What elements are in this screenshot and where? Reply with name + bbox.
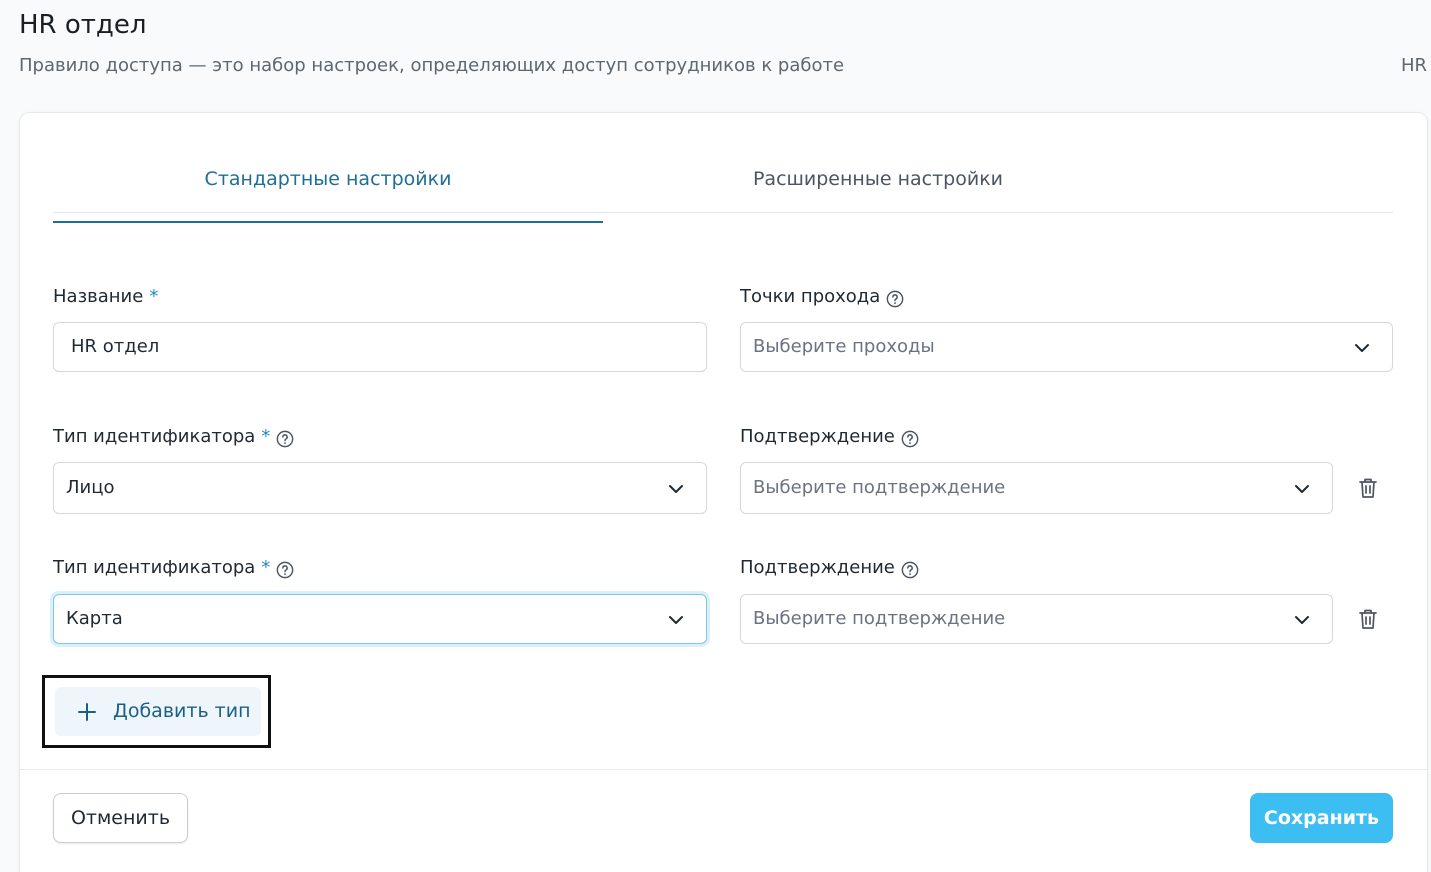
access-points-placeholder: Выберите проходы — [753, 336, 935, 357]
page-title: HR отдел — [19, 10, 147, 40]
identifier-type-label-text: Тип идентификатора — [53, 557, 256, 578]
cancel-button[interactable]: Отменить — [53, 793, 188, 843]
add-type-button[interactable]: Добавить тип — [55, 687, 261, 736]
help-icon[interactable] — [901, 430, 919, 448]
identifier-type-value: Лицо — [66, 477, 115, 498]
delete-identifier-trash-icon[interactable] — [1357, 476, 1379, 500]
header-corner-text: HR — [1400, 55, 1427, 76]
access-points-field-label: Точки прохода — [740, 285, 904, 309]
access-rule-form-card: Стандартные настройки Расширенные настро… — [19, 112, 1428, 872]
confirmation-label-text: Подтверждение — [740, 557, 895, 578]
confirmation-select-2[interactable]: Выберите подтверждение — [740, 594, 1333, 644]
required-mark: * — [261, 557, 271, 578]
identifier-type-label-1: Тип идентификатора * — [53, 425, 294, 449]
identifier-type-label-text: Тип идентификатора — [53, 426, 256, 447]
identifier-type-select-2[interactable]: Карта — [53, 594, 707, 644]
save-button[interactable]: Сохранить — [1250, 793, 1393, 843]
tab-standard-settings[interactable]: Стандартные настройки — [53, 157, 603, 223]
name-field-label: Название * — [53, 285, 158, 309]
delete-identifier-trash-icon[interactable] — [1357, 607, 1379, 631]
access-points-select[interactable]: Выберите проходы — [740, 322, 1393, 372]
identifier-type-value: Карта — [66, 608, 123, 629]
confirmation-select-1[interactable]: Выберите подтверждение — [740, 462, 1333, 514]
confirmation-label-1: Подтверждение — [740, 425, 919, 449]
confirmation-placeholder: Выберите подтверждение — [753, 608, 1006, 629]
confirmation-label-text: Подтверждение — [740, 426, 895, 447]
add-type-highlight-frame: Добавить тип — [42, 675, 271, 748]
chevron-down-icon — [1355, 344, 1369, 352]
help-icon[interactable] — [276, 561, 294, 579]
identifier-type-select-1[interactable]: Лицо — [53, 462, 707, 514]
confirmation-label-2: Подтверждение — [740, 556, 919, 580]
tab-advanced-settings[interactable]: Расширенные настройки — [603, 157, 1153, 212]
help-icon[interactable] — [276, 430, 294, 448]
help-icon[interactable] — [886, 290, 904, 308]
page-subtitle: Правило доступа — это набор настроек, оп… — [19, 55, 845, 76]
access-points-label-text: Точки прохода — [740, 286, 881, 307]
plus-icon — [78, 703, 96, 721]
chevron-down-icon — [1295, 616, 1309, 624]
name-label-text: Название — [53, 286, 144, 307]
chevron-down-icon — [1295, 485, 1309, 493]
required-mark: * — [261, 426, 271, 447]
confirmation-placeholder: Выберите подтверждение — [753, 477, 1006, 498]
help-icon[interactable] — [901, 561, 919, 579]
chevron-down-icon — [669, 485, 683, 493]
name-input[interactable]: HR отдел — [53, 322, 707, 372]
chevron-down-icon — [669, 616, 683, 624]
settings-tabs: Стандартные настройки Расширенные настро… — [53, 157, 1393, 223]
footer-divider — [20, 769, 1427, 770]
required-mark: * — [149, 286, 159, 307]
add-type-label: Добавить тип — [113, 700, 251, 722]
identifier-type-label-2: Тип идентификатора * — [53, 556, 294, 580]
